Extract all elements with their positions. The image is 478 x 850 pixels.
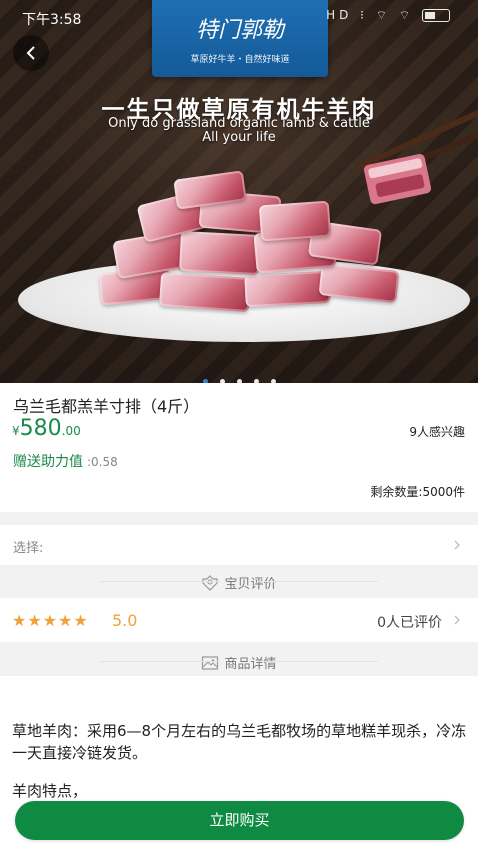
back-button[interactable]: [13, 35, 49, 71]
product-price: ¥580.00: [12, 416, 81, 441]
gift-points-label: 赠送助力值: [13, 454, 83, 470]
interested-count: 9人感兴趣: [409, 425, 465, 439]
buy-now-button[interactable]: 立即购买: [15, 801, 464, 840]
remaining-stock: 剩余数量:5000件: [370, 485, 465, 499]
carousel-dot-active[interactable]: [202, 379, 208, 383]
gift-points: 赠送助力值 :0.58: [13, 451, 118, 471]
product-info-card: 乌兰毛都羔羊寸排（4斤） ¥580.00 9人感兴趣 赠送助力值 :0.58 剩余…: [0, 383, 478, 512]
price-decimal: .00: [61, 424, 81, 438]
gift-points-value: :0.58: [87, 455, 118, 469]
reviews-section-header: 宝贝评价: [0, 566, 478, 596]
carousel-dot[interactable]: [253, 379, 259, 383]
product-title: 乌兰毛都羔羊寸排（4斤）: [13, 397, 200, 416]
battery-icon: [422, 9, 450, 22]
chopsticks-image: [355, 110, 478, 205]
chevron-right-icon: [454, 615, 460, 625]
brand-slogan: 草原好牛羊・自然好味道: [190, 55, 290, 65]
spec-select-row[interactable]: 选择:: [0, 525, 478, 565]
chevron-right-icon: [454, 540, 460, 550]
chevron-left-icon: [26, 46, 35, 60]
status-bar: 下午3:58 HD ⁝ ⌔ ⌔: [0, 0, 478, 34]
price-currency: ¥: [12, 424, 20, 438]
status-time: 下午3:58: [22, 12, 82, 28]
details-paragraph: 草地羊肉：采用6—8个月左右的乌兰毛都牧场的草地糕羊现杀，冷冻一天直接冷链发货。: [12, 722, 467, 762]
product-image-carousel[interactable]: 下午3:58 HD ⁝ ⌔ ⌔ 特门郭勒 草原好牛羊・自然好味道 一生只做草原有…: [0, 0, 478, 383]
price-integer: 580: [19, 416, 62, 441]
details-section-header: 商品详情: [0, 646, 478, 676]
badge-icon: [202, 574, 219, 591]
carousel-dot[interactable]: [270, 379, 276, 383]
review-count: 0人已评价: [377, 615, 442, 631]
image-icon: [202, 655, 219, 670]
signal-icons: HD ⁝ ⌔ ⌔: [326, 8, 415, 22]
reviews-row[interactable]: ★★★★★ 5.0 0人已评价: [0, 598, 478, 642]
details-paragraph: 羊肉特点，: [12, 782, 88, 800]
carousel-dot[interactable]: [236, 379, 242, 383]
carousel-dot[interactable]: [219, 379, 225, 383]
rating-score: 5.0: [112, 611, 138, 630]
details-section-title: 商品详情: [224, 657, 277, 672]
carousel-indicator: [0, 369, 478, 383]
status-icons: HD ⁝ ⌔ ⌔: [326, 8, 450, 23]
spec-select-label: 选择:: [13, 541, 44, 556]
rating-stars-icon: ★★★★★: [12, 611, 89, 630]
reviews-section-title: 宝贝评价: [224, 577, 277, 592]
